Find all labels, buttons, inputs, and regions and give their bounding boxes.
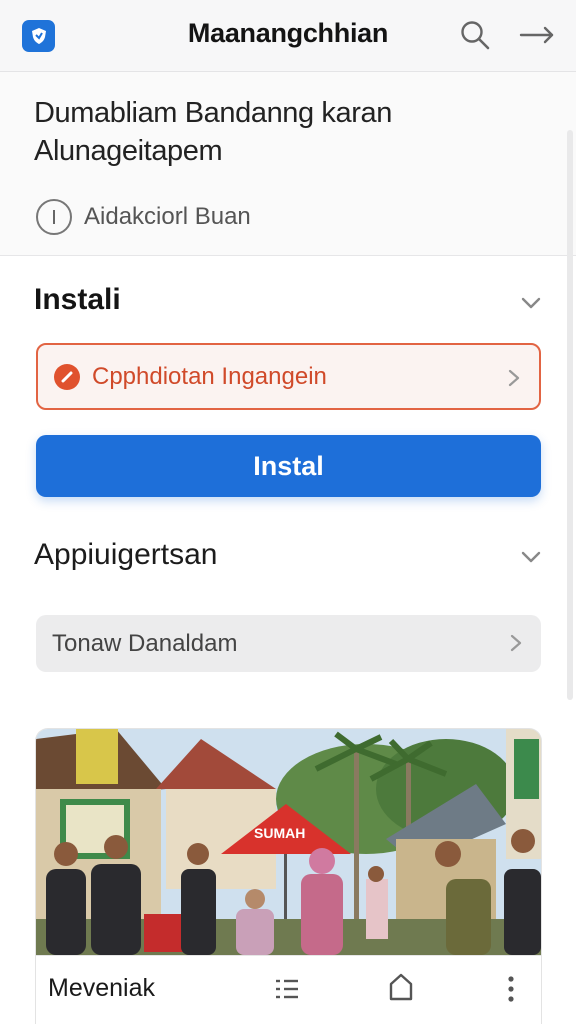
card-label: Meveniak bbox=[48, 974, 155, 1002]
more-vertical-icon[interactable] bbox=[506, 974, 516, 1004]
app-section-title: Appiuigertsan bbox=[34, 538, 218, 571]
chevron-down-icon[interactable] bbox=[519, 549, 543, 565]
headline-line-1: Dumabliam Bandanng karan bbox=[34, 97, 392, 129]
headline: Dumabliam Bandanng karan Alunageitapem bbox=[34, 94, 534, 170]
list-icon[interactable] bbox=[274, 976, 300, 1002]
install-warning-text: Cpphdiotan Ingangein bbox=[92, 362, 327, 390]
scrollbar[interactable] bbox=[567, 130, 573, 700]
card-action-bar: Meveniak bbox=[36, 955, 541, 1024]
article-header: Dumabliam Bandanng karan Alunageitapem A… bbox=[0, 72, 576, 256]
meta-text: Aidakciorl Buan bbox=[84, 203, 251, 230]
chevron-right-icon bbox=[510, 634, 522, 652]
umbrella-banner-text: SUMAH bbox=[254, 825, 305, 841]
arrow-right-icon[interactable] bbox=[518, 20, 556, 50]
search-icon[interactable] bbox=[458, 18, 492, 52]
photo-card[interactable]: SUMAH Meveniak bbox=[36, 729, 541, 1024]
alert-icon bbox=[54, 363, 80, 390]
chevron-down-icon[interactable] bbox=[519, 295, 543, 311]
village-photo: SUMAH bbox=[36, 729, 541, 955]
top-bar: Maanangchhian bbox=[0, 0, 576, 72]
home-icon[interactable] bbox=[388, 972, 414, 1002]
app-select-row[interactable]: Tonaw Danaldam bbox=[36, 615, 541, 672]
app-select-value: Tonaw Danaldam bbox=[52, 629, 238, 657]
headline-line-2: Alunageitapem bbox=[34, 135, 223, 167]
meta-row: Aidakciorl Buan bbox=[36, 199, 251, 235]
info-icon bbox=[36, 199, 72, 235]
install-section-title: Instali bbox=[34, 283, 121, 316]
chevron-right-icon bbox=[508, 369, 520, 387]
install-warning-row[interactable]: Cpphdiotan Ingangein bbox=[36, 343, 541, 410]
install-button[interactable]: Instal bbox=[36, 435, 541, 497]
